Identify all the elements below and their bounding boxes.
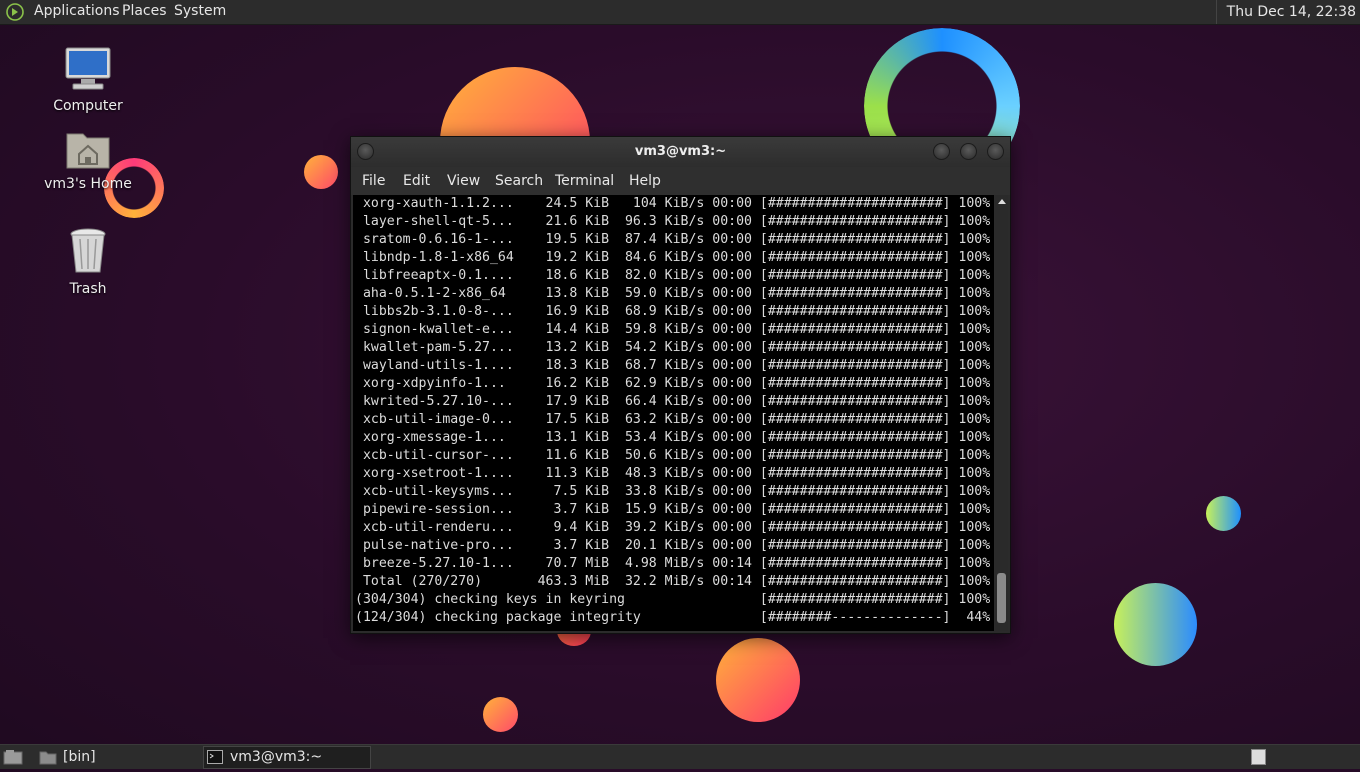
decorative-orange-dot [304, 155, 338, 189]
menu-search[interactable]: Search [495, 173, 543, 189]
decorative-green-blue-dot [1206, 496, 1241, 531]
desktop-icon-home[interactable]: vm3's Home [43, 128, 133, 192]
places-menu[interactable]: Places [122, 3, 167, 19]
mate-logo-icon[interactable] [6, 3, 24, 21]
window-titlebar[interactable]: vm3@vm3:~ [351, 137, 1010, 167]
computer-icon [63, 47, 113, 96]
desktop-icon-label: Computer [53, 98, 123, 114]
window-menu-button[interactable] [357, 143, 374, 160]
home-folder-icon [65, 133, 111, 174]
terminal-line: xorg-xsetroot-1.... 11.3 KiB 48.3 KiB/s … [355, 466, 991, 481]
taskbar-label: vm3@vm3:~ [230, 749, 323, 765]
terminal-line: Total (270/270) 463.3 MiB 32.2 MiB/s 00:… [355, 574, 991, 589]
menu-file[interactable]: File [362, 173, 385, 189]
minimize-button[interactable] [933, 143, 950, 160]
workspace-switcher[interactable] [1251, 749, 1266, 765]
terminal-line: pipewire-session... 3.7 KiB 15.9 KiB/s 0… [355, 502, 991, 517]
taskbar-item-bin[interactable]: [bin] [36, 746, 224, 769]
terminal-scrollbar[interactable] [995, 195, 1008, 631]
taskbar-label: [bin] [63, 749, 96, 765]
trash-icon [68, 228, 108, 279]
top-panel: Applications Places System Thu Dec 14, 2… [0, 0, 1360, 25]
terminal-line: layer-shell-qt-5... 21.6 KiB 96.3 KiB/s … [355, 214, 991, 229]
desktop-icon-computer[interactable]: Computer [43, 46, 133, 114]
terminal-line: (304/304) checking keys in keyring [####… [355, 592, 991, 607]
terminal-line: xcb-util-image-0... 17.5 KiB 63.2 KiB/s … [355, 412, 991, 427]
desktop-icon-trash[interactable]: Trash [43, 227, 133, 297]
maximize-button[interactable] [960, 143, 977, 160]
terminal-menubar: File Edit View Search Terminal Help [351, 167, 1010, 195]
terminal-line: xorg-xauth-1.1.2... 24.5 KiB 104 KiB/s 0… [355, 196, 991, 211]
terminal-line: libndp-1.8-1-x86_64 19.2 KiB 84.6 KiB/s … [355, 250, 991, 265]
show-desktop-icon[interactable] [3, 749, 23, 769]
decorative-orange-small-dot [483, 697, 518, 732]
close-button[interactable] [987, 143, 1004, 160]
terminal-line: kwrited-5.27.10-... 17.9 KiB 66.4 KiB/s … [355, 394, 991, 409]
scrollbar-thumb[interactable] [997, 573, 1006, 623]
terminal-line: xorg-xmessage-1... 13.1 KiB 53.4 KiB/s 0… [355, 430, 991, 445]
menu-help[interactable]: Help [629, 173, 661, 189]
terminal-line: xorg-xdpyinfo-1... 16.2 KiB 62.9 KiB/s 0… [355, 376, 991, 391]
desktop-icon-label: vm3's Home [44, 176, 132, 192]
terminal-line: pulse-native-pro... 3.7 KiB 20.1 KiB/s 0… [355, 538, 991, 553]
decorative-orange-circle-medium [716, 638, 800, 722]
bottom-panel: [bin] vm3@vm3:~ [0, 744, 1360, 769]
terminal-line: (124/304) checking package integrity [##… [355, 610, 991, 625]
terminal-line: aha-0.5.1-2-x86_64 13.8 KiB 59.0 KiB/s 0… [355, 286, 991, 301]
terminal-line: signon-kwallet-e... 14.4 KiB 59.8 KiB/s … [355, 322, 991, 337]
clock[interactable]: Thu Dec 14, 22:38 [1215, 0, 1360, 24]
decorative-green-blue-circle [1114, 583, 1197, 666]
terminal-line: sratom-0.6.16-1-... 19.5 KiB 87.4 KiB/s … [355, 232, 991, 247]
system-menu[interactable]: System [174, 3, 226, 19]
terminal-line: breeze-5.27.10-1... 70.7 MiB 4.98 MiB/s … [355, 556, 991, 571]
terminal-output[interactable]: xorg-xauth-1.1.2... 24.5 KiB 104 KiB/s 0… [353, 195, 994, 631]
terminal-line: xcb-util-keysyms... 7.5 KiB 33.8 KiB/s 0… [355, 484, 991, 499]
terminal-line: wayland-utils-1.... 18.3 KiB 68.7 KiB/s … [355, 358, 991, 373]
terminal-line: xcb-util-renderu... 9.4 KiB 39.2 KiB/s 0… [355, 520, 991, 535]
terminal-line: libbs2b-3.1.0-8-... 16.9 KiB 68.9 KiB/s … [355, 304, 991, 319]
menu-edit[interactable]: Edit [403, 173, 430, 189]
taskbar-item-terminal[interactable]: vm3@vm3:~ [203, 746, 371, 769]
terminal-line: xcb-util-cursor-... 11.6 KiB 50.6 KiB/s … [355, 448, 991, 463]
terminal-line: kwallet-pam-5.27... 13.2 KiB 54.2 KiB/s … [355, 340, 991, 355]
terminal-window[interactable]: vm3@vm3:~ File Edit View Search Terminal… [350, 136, 1011, 634]
desktop-icon-label: Trash [69, 281, 107, 297]
menu-view[interactable]: View [447, 173, 480, 189]
menu-terminal[interactable]: Terminal [555, 173, 614, 189]
applications-menu[interactable]: Applications [34, 3, 120, 19]
terminal-line: libfreeaptx-0.1.... 18.6 KiB 82.0 KiB/s … [355, 268, 991, 283]
window-title: vm3@vm3:~ [634, 144, 727, 159]
folder-icon [39, 749, 57, 772]
scroll-up-arrow-icon[interactable] [998, 199, 1006, 204]
